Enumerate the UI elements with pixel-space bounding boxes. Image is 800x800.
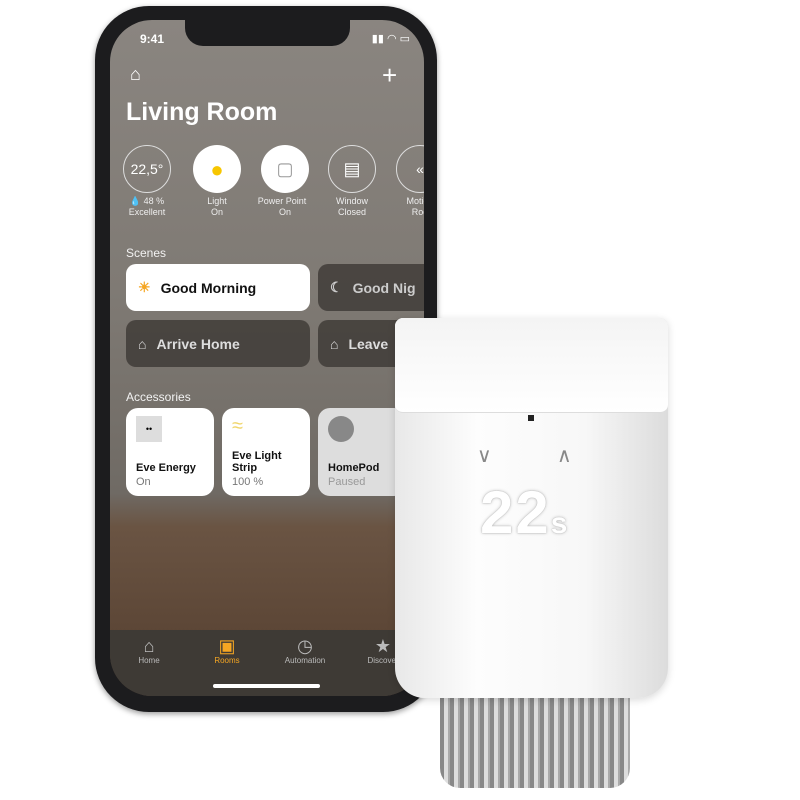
motion-icon: « xyxy=(396,145,424,193)
chevron-up-icon[interactable]: ∧ xyxy=(557,443,572,468)
thermostat-cap[interactable] xyxy=(395,318,668,413)
status-state: On xyxy=(278,207,291,217)
temperature-display: 22s xyxy=(480,478,569,547)
tab-label: Rooms xyxy=(214,656,240,665)
outlet-icon: •• xyxy=(136,416,162,442)
homepod-icon xyxy=(328,416,354,442)
accessory-name: HomePod xyxy=(328,462,380,474)
window-icon: ▤ xyxy=(328,145,376,193)
status-motion[interactable]: « Motion Roo xyxy=(395,145,424,218)
temperature-digits: 22 xyxy=(480,479,551,546)
scene-label: Arrive Home xyxy=(156,335,240,352)
tab-automation[interactable]: ◷ Automation xyxy=(270,636,340,665)
status-label: Light xyxy=(207,196,227,206)
status-time: 9:41 xyxy=(140,32,165,46)
status-power-point[interactable]: ▢ Power Point On xyxy=(258,145,310,218)
home-icon: ⌂ xyxy=(143,636,155,656)
scene-label: Good Morning xyxy=(160,279,257,296)
moon-house-icon: ☾ xyxy=(330,279,343,295)
accessory-name: Eve Light Strip xyxy=(232,450,282,474)
humidity: 48 % xyxy=(143,196,165,206)
signal-wifi-battery-icon: ▮▮ ◠ ▭ xyxy=(371,33,410,45)
status-label: Window xyxy=(335,196,368,206)
accessory-name: Eve Energy xyxy=(136,462,196,474)
accessory-eve-light-strip[interactable]: ≈ Eve Light Strip 100 % xyxy=(222,408,310,496)
scene-good-morning[interactable]: ☀ Good Morning xyxy=(126,264,310,311)
status-label: Power Point xyxy=(257,196,307,206)
lightbulb-icon: ● xyxy=(193,145,241,193)
sensor-dot xyxy=(528,415,534,421)
tab-label: Automation xyxy=(284,656,326,665)
temperature-value: 22,5° xyxy=(123,145,171,193)
scenes-title: Scenes xyxy=(126,246,167,260)
phone-screen: 9:41 ▮▮ ◠ ▭ ⌂ + Living Room 22,5° 💧 48 %… xyxy=(110,20,424,696)
thermostat-valve-ring xyxy=(440,688,630,788)
clock-icon: ◷ xyxy=(297,636,313,656)
house-icon[interactable]: ⌂ xyxy=(130,64,141,85)
accessory-homepod[interactable]: HomePod Paused xyxy=(318,408,406,496)
rooms-icon: ▣ xyxy=(218,636,236,656)
chevron-down-icon[interactable]: ∨ xyxy=(477,443,492,468)
status-state: Closed xyxy=(337,207,366,217)
page-title: Living Room xyxy=(126,98,278,126)
accessory-eve-energy[interactable]: •• Eve Energy On xyxy=(126,408,214,496)
tab-bar: ⌂ Home ▣ Rooms ◷ Automation ★ Discover xyxy=(110,630,424,696)
status-climate[interactable]: 22,5° 💧 48 % Excellent xyxy=(122,145,172,218)
status-state: Roo xyxy=(411,207,424,217)
status-window[interactable]: ▤ Window Closed xyxy=(327,145,377,218)
tab-home[interactable]: ⌂ Home xyxy=(114,636,184,665)
scene-label: Leave xyxy=(348,335,389,352)
leave-home-icon: ⌂ xyxy=(330,335,339,352)
scene-good-night[interactable]: ☾ Good Nig xyxy=(318,264,424,311)
status-light[interactable]: ● Light On xyxy=(192,145,242,218)
accessory-state: Paused xyxy=(328,476,366,488)
light-strip-icon: ≈ xyxy=(232,415,243,437)
status-label: Motion xyxy=(406,196,424,206)
temperature-suffix: s xyxy=(550,507,570,540)
status-state: On xyxy=(210,207,223,217)
air-quality: Excellent xyxy=(128,207,166,217)
sun-house-icon: ☀ xyxy=(138,279,151,295)
accessory-state: 100 % xyxy=(232,476,264,488)
tab-rooms[interactable]: ▣ Rooms xyxy=(192,636,262,665)
notch xyxy=(185,20,350,46)
scene-label: Good Nig xyxy=(352,279,416,296)
thermostat: ∨ ∧ 22s xyxy=(395,318,668,698)
outlet-icon: ▢ xyxy=(261,145,309,193)
accessories-title: Accessories xyxy=(126,390,191,404)
accessory-state: On xyxy=(136,476,151,488)
home-indicator xyxy=(213,684,320,688)
tab-label: Home xyxy=(138,656,160,665)
plus-icon[interactable]: + xyxy=(382,60,397,91)
scene-arrive-home[interactable]: ⌂ Arrive Home xyxy=(126,320,310,367)
arrive-home-icon: ⌂ xyxy=(138,335,147,352)
